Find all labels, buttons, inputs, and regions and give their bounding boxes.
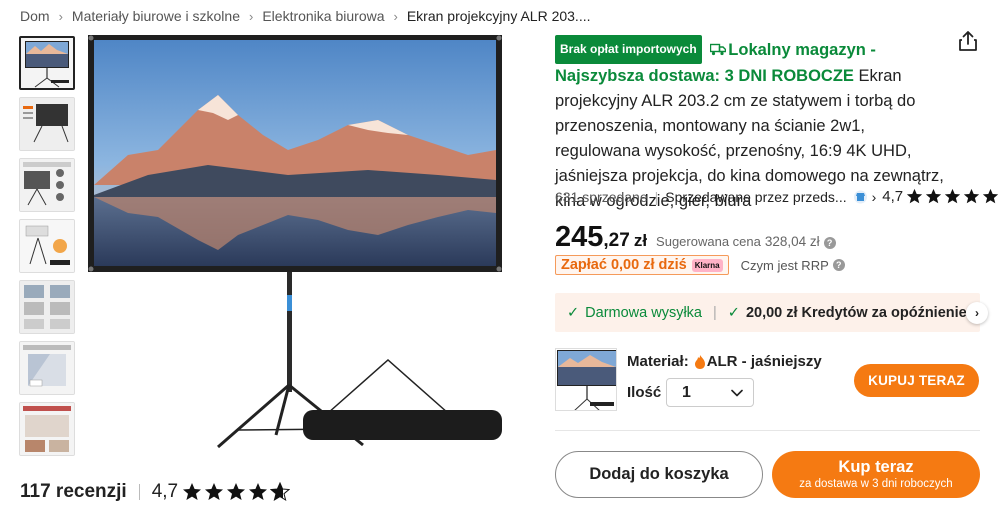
star-icon — [205, 483, 224, 500]
breadcrumb-office-supplies[interactable]: Materiały biurowe i szkolne — [72, 8, 240, 24]
klarna-logo: Klarna — [691, 258, 723, 272]
price-decimal: ,27 — [603, 230, 630, 251]
delay-credit-label[interactable]: 20,00 zł Kredytów za opóźnienie — [746, 305, 967, 321]
star-icon — [925, 188, 942, 204]
thumbnail-strip — [19, 36, 75, 463]
klarna-row: Zapłać 0,00 zł dziś Klarna Czym jest RRP… — [555, 255, 845, 275]
reviews-count: 117 recenzji — [20, 481, 127, 502]
material-label: Materiał: — [627, 353, 689, 370]
benefits-bar: ✓ Darmowa wysyłka | ✓ 20,00 zł Kredytów … — [555, 293, 980, 332]
klarna-pay-today[interactable]: Zapłać 0,00 zł dziś Klarna — [555, 255, 729, 275]
material-value: ALR - jaśniejszy — [706, 353, 822, 370]
star-icon — [982, 188, 999, 204]
truck-icon — [710, 43, 727, 56]
rrp-info-link[interactable]: Czym jest RRP — [741, 258, 829, 273]
star-icon — [249, 483, 268, 500]
info-icon[interactable]: ? — [832, 259, 845, 271]
meta-row: 631 sprzedane | Sprzedawane przez przeds… — [555, 188, 999, 205]
divider: | — [654, 188, 659, 205]
chevron-right-icon: › — [58, 8, 63, 24]
import-fee-badge: Brak opłat importowych — [555, 35, 702, 64]
buy-now-label: Kup teraz — [838, 458, 914, 476]
star-icon — [227, 483, 246, 500]
store-stars — [906, 188, 999, 205]
info-icon[interactable]: ? — [823, 237, 836, 249]
klarna-text: Zapłać 0,00 zł dziś — [561, 257, 687, 273]
thumbnail-2[interactable] — [19, 97, 75, 151]
price-row: 245 ,27 zł Sugerowana cena 328,04 zł ? — [555, 221, 836, 254]
quantity-value: 1 — [682, 383, 691, 401]
quantity-label: Ilość — [627, 384, 662, 401]
flame-icon — [694, 354, 705, 369]
breadcrumb-office-electronics[interactable]: Elektronika biurowa — [262, 8, 384, 24]
check-icon: ✓ — [727, 304, 740, 321]
thumbnail-1[interactable] — [19, 36, 75, 90]
buy-now-small-button[interactable]: KUPUJ TERAZ — [854, 364, 979, 397]
star-half-icon — [270, 482, 291, 502]
reviews-rating: 4,7 — [151, 481, 179, 502]
divider — [138, 484, 140, 500]
thumbnail-5[interactable] — [19, 280, 75, 334]
add-to-cart-button[interactable]: Dodaj do koszyka — [555, 451, 763, 498]
star-icon — [963, 188, 980, 204]
star-icon — [906, 188, 923, 204]
price-integer: 245 — [555, 221, 604, 253]
store-icon — [853, 190, 867, 203]
free-shipping-label: Darmowa wysyłka — [585, 304, 702, 321]
seller-link[interactable]: Sprzedawane przez przeds... — [665, 189, 846, 205]
buy-now-sublabel: za dostawa w 3 dni roboczych — [799, 478, 953, 490]
buy-now-button[interactable]: Kup teraz za dostawa w 3 dni roboczych — [772, 451, 980, 498]
thumbnail-7[interactable] — [19, 402, 75, 456]
divider: | — [713, 304, 717, 321]
reviews-summary[interactable]: 117 recenzji 4,7 — [20, 481, 291, 503]
reviews-stars — [182, 482, 291, 502]
main-product-image[interactable] — [88, 35, 502, 450]
chevron-right-icon[interactable]: › — [872, 189, 877, 205]
rrp-value: 328,04 zł — [764, 234, 820, 249]
star-icon — [183, 483, 202, 500]
sold-count: 631 sprzedane — [555, 188, 648, 205]
thumbnail-6[interactable] — [19, 341, 75, 395]
breadcrumb-home[interactable]: Dom — [20, 8, 50, 24]
price-currency: zł — [633, 231, 648, 250]
check-icon: ✓ — [567, 304, 580, 321]
chevron-down-icon — [731, 389, 743, 396]
breadcrumb-current: Ekran projekcyjny ALR 203.... — [406, 8, 591, 24]
benefits-next-button[interactable]: › — [966, 302, 988, 324]
variant-thumbnail[interactable] — [555, 348, 617, 411]
thumbnail-3[interactable] — [19, 158, 75, 212]
quantity-select[interactable]: 1 — [666, 378, 754, 407]
star-icon — [944, 188, 961, 204]
divider — [555, 430, 980, 431]
chevron-right-icon: › — [393, 8, 398, 24]
material-row: Materiał: ALR - jaśniejszy — [627, 353, 822, 370]
chevron-right-icon: › — [248, 8, 254, 24]
store-rating: 4,7 — [882, 188, 904, 205]
thumbnail-4[interactable] — [19, 219, 75, 273]
breadcrumb: Dom › Materiały biurowe i szkolne › Elek… — [20, 7, 591, 25]
rrp-label: Sugerowana cena — [656, 234, 761, 249]
